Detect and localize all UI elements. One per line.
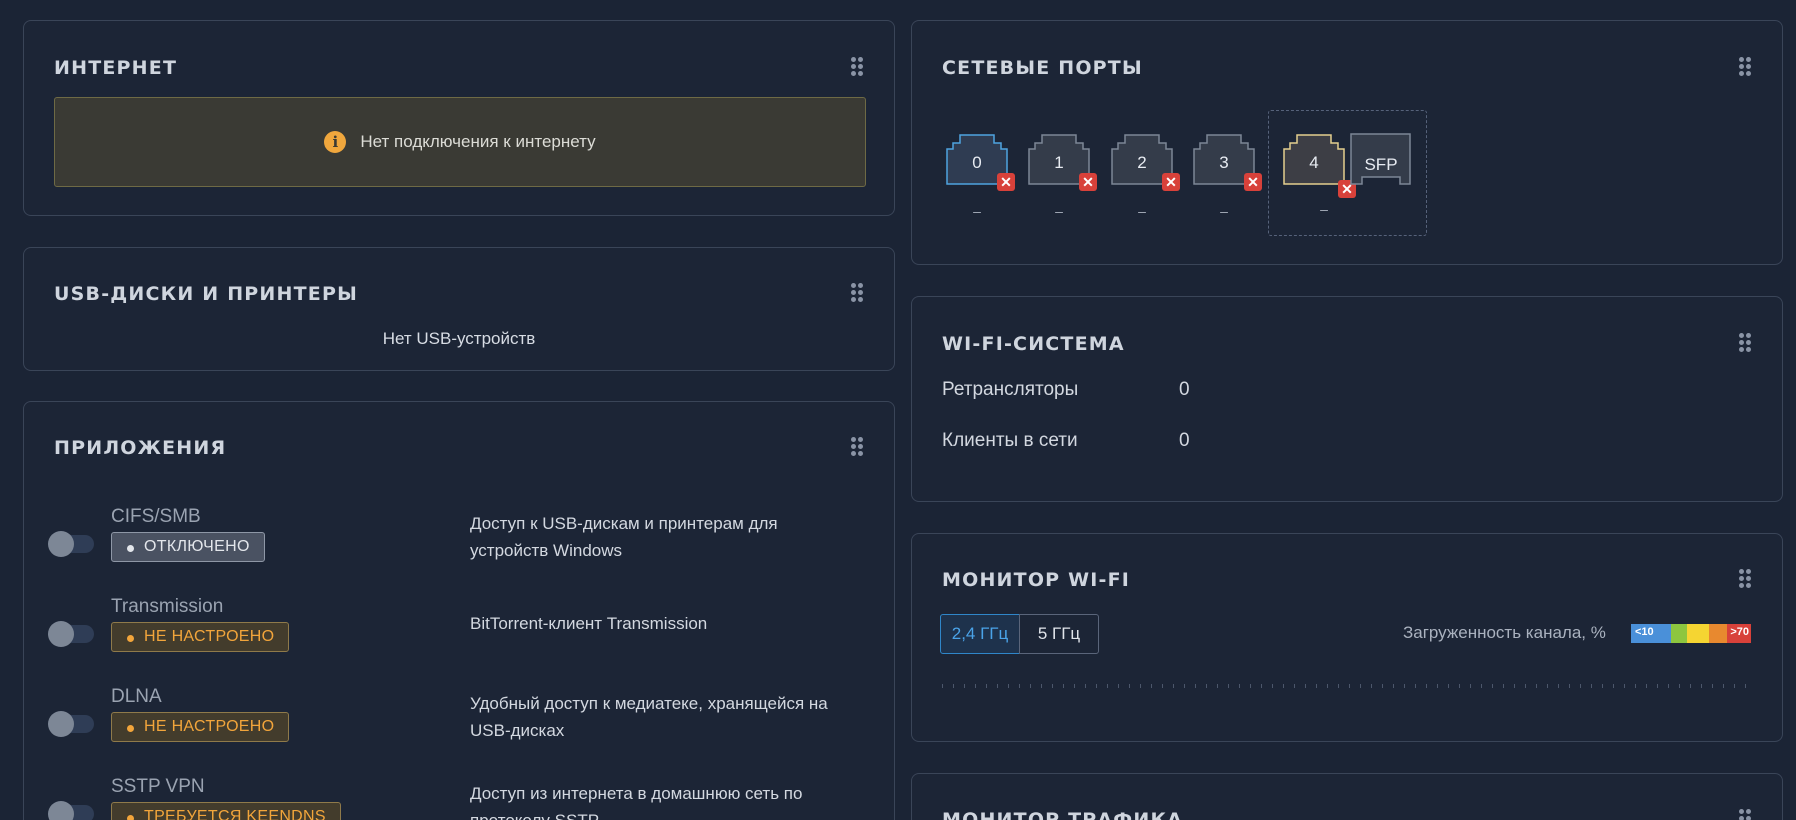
status-badge: ОТКЛЮЧЕНО [111,532,265,562]
port-speed: – [1055,203,1063,219]
app-toggle[interactable] [48,711,94,737]
port-4[interactable]: 4 ✕ – [1283,133,1356,223]
port-2[interactable]: 2 ✕ – [1111,133,1180,223]
status-badge: НЕ НАСТРОЕНО [111,712,290,742]
usb-title: USB-ДИСКИ И ПРИНТЕРЫ [54,283,358,305]
legend-min-label: <10 [1635,626,1654,638]
port-3[interactable]: 3 ✕ – [1193,133,1262,223]
channel-load-legend: <10 >70 [1631,624,1751,643]
drag-handle-icon[interactable] [1739,569,1751,589]
repeaters-value: 0 [1179,379,1190,400]
wifi-system-card: WI-FI-СИСТЕМА Ретрансляторы 0 Клиенты в … [911,296,1783,502]
disconnected-icon: ✕ [997,173,1015,191]
ports-title: СЕТЕВЫЕ ПОРТЫ [942,57,1143,79]
band-5-tab[interactable]: 5 ГГц [1019,614,1099,654]
app-description: BitTorrent-клиент Transmission [470,614,708,633]
port-speed: – [973,203,981,219]
port-speed: – [1138,203,1146,219]
drag-handle-icon[interactable] [1739,333,1751,353]
port-label: 2 [1137,153,1147,172]
usb-card: USB-ДИСКИ И ПРИНТЕРЫ Нет USB-устройств [23,247,895,371]
app-toggle[interactable] [48,801,94,820]
app-description: Доступ из интернета в домашнюю сеть по п… [470,784,803,820]
no-internet-alert: i Нет подключения к интернету [54,97,866,187]
internet-card: ИНТЕРНЕТ i Нет подключения к интернету [23,20,895,216]
app-row-dlna: DLNA НЕ НАСТРОЕНО Удобный доступ к медиа… [24,686,844,776]
apps-title: ПРИЛОЖЕНИЯ [54,437,227,459]
app-toggle[interactable] [48,531,94,557]
repeaters-label: Ретрансляторы [942,379,1079,400]
port-sfp[interactable]: SFP [1350,133,1412,223]
app-description: Удобный доступ к медиатеке, хранящейся н… [470,694,828,740]
drag-handle-icon[interactable] [1739,57,1751,77]
channel-load-label: Загруженность канала, % [1403,623,1606,642]
app-name: CIFS/SMB [111,506,201,527]
legend-mid-low [1671,624,1687,643]
port-label: 3 [1219,153,1229,172]
drag-handle-icon[interactable] [851,57,863,77]
port-label: 1 [1054,153,1064,172]
info-icon: i [324,131,347,153]
internet-title: ИНТЕРНЕТ [54,57,178,79]
traffic-monitor-card: МОНИТОР ТРАФИКА [911,773,1783,820]
drag-handle-icon[interactable] [851,437,863,457]
legend-mid-high [1709,624,1727,643]
app-row-cifs: CIFS/SMB ОТКЛЮЧЕНО Доступ к USB-дискам и… [24,506,844,596]
app-row-sstp: SSTP VPN ТРЕБУЕТСЯ KEENDNS Доступ из инт… [24,776,844,820]
wifi-system-title: WI-FI-СИСТЕМА [942,333,1125,355]
clients-value: 0 [1179,430,1190,451]
disconnected-icon: ✕ [1244,173,1262,191]
band-2-4-tab[interactable]: 2,4 ГГц [940,614,1020,654]
drag-handle-icon[interactable] [1739,809,1751,820]
legend-high: >70 [1727,624,1751,643]
port-label: SFP [1364,155,1398,174]
port-label: 0 [972,153,982,172]
usb-empty-text: Нет USB-устройств [382,329,536,348]
app-name: DLNA [111,686,162,707]
status-badge: НЕ НАСТРОЕНО [111,622,290,652]
legend-mid [1687,624,1709,643]
disconnected-icon: ✕ [1079,173,1097,191]
app-toggle[interactable] [48,621,94,647]
drag-handle-icon[interactable] [851,283,863,303]
legend-max-label: >70 [1730,626,1749,638]
alert-text: Нет подключения к интернету [360,132,596,151]
app-row-transmission: Transmission НЕ НАСТРОЕНО BitTorrent-кли… [24,596,844,686]
port-1[interactable]: 1 ✕ – [1028,133,1097,223]
legend-low: <10 [1631,624,1671,643]
clients-label: Клиенты в сети [942,430,1078,451]
traffic-monitor-title: МОНИТОР ТРАФИКА [942,809,1184,820]
disconnected-icon: ✕ [1162,173,1180,191]
wifi-monitor-title: МОНИТОР WI-FI [942,569,1131,591]
port-0[interactable]: 0 ✕ – [946,133,1015,223]
port-speed: – [1220,203,1228,219]
app-name: Transmission [111,596,224,617]
channel-axis-ticks [942,684,1752,688]
port-label: 4 [1309,153,1319,172]
app-name: SSTP VPN [111,776,205,797]
status-badge: ТРЕБУЕТСЯ KEENDNS [111,802,341,820]
app-description: Доступ к USB-дискам и принтерам для устр… [470,514,778,560]
port-speed: – [1320,201,1328,217]
